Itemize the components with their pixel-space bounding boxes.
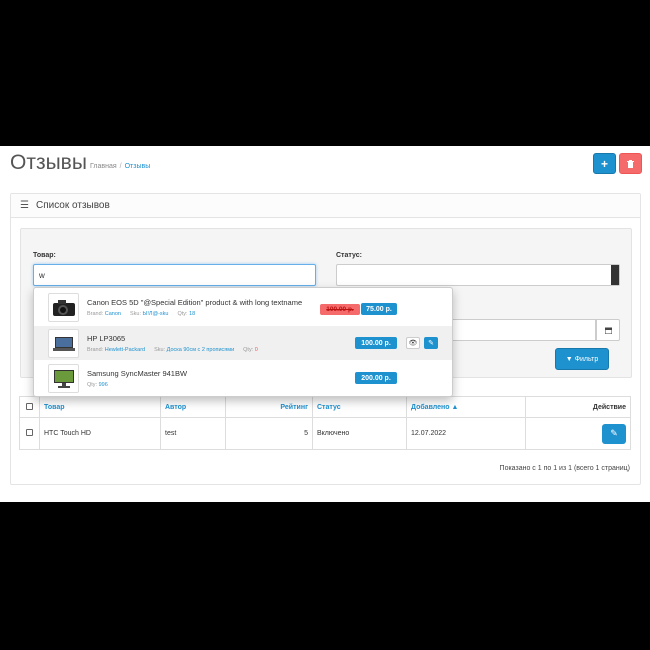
autocomplete-item[interactable]: HP LP3065 Brand: Hewlett-Packard Sku: Дос… bbox=[34, 326, 452, 360]
item-sku: Ы!Л@-sku bbox=[142, 311, 169, 317]
select-all-checkbox[interactable] bbox=[26, 402, 33, 410]
calendar-icon bbox=[604, 327, 612, 334]
item-price: 200.00 р. bbox=[355, 372, 397, 384]
item-meta: Brand: Hewlett-Packard Sku: Доска 90см с … bbox=[87, 347, 258, 353]
autocomplete-item[interactable]: Samsung SyncMaster 941BW Qty: 996 200.00… bbox=[34, 361, 452, 395]
trash-icon bbox=[627, 159, 634, 168]
col-product[interactable]: Товар bbox=[39, 396, 161, 418]
product-label: Товар: bbox=[33, 252, 56, 259]
brand-label: Brand: bbox=[87, 311, 104, 317]
reviews-table: Товар Автор Рейтинг Статус Добавлено ▲ Д… bbox=[19, 396, 631, 450]
row-status: Включено bbox=[312, 417, 407, 450]
eye-icon: 👁 bbox=[408, 340, 418, 347]
item-qty: 996 bbox=[98, 382, 108, 388]
product-thumbnail bbox=[48, 293, 79, 322]
laptop-icon bbox=[52, 336, 75, 351]
filter-button-label: Фильтр bbox=[574, 355, 599, 363]
select-arrow-icon bbox=[611, 265, 619, 285]
pagination-info: Показано с 1 по 1 из 1 (всего 1 страниц) bbox=[499, 465, 630, 472]
product-filter-input[interactable]: w bbox=[33, 264, 316, 286]
item-price: 75.00 р. bbox=[361, 303, 397, 315]
item-qty: 0 bbox=[254, 347, 258, 353]
view-button[interactable]: 👁 bbox=[406, 337, 420, 349]
panel-title: Список отзывов bbox=[35, 200, 110, 211]
item-brand: Hewlett-Packard bbox=[104, 347, 146, 353]
product-thumbnail bbox=[48, 364, 79, 393]
page-title: Отзывы bbox=[10, 151, 87, 174]
row-select-cell bbox=[19, 417, 40, 450]
camera-icon bbox=[52, 299, 75, 316]
plus-icon: + bbox=[600, 156, 608, 171]
qty-label: Qty: bbox=[177, 311, 188, 317]
row-date-added: 12.07.2022 bbox=[406, 417, 526, 450]
qty-label: Qty: bbox=[87, 382, 98, 388]
status-select[interactable] bbox=[336, 264, 620, 286]
breadcrumb: Главная / Отзывы bbox=[90, 163, 150, 170]
pencil-icon: ✎ bbox=[610, 428, 618, 438]
row-rating: 5 bbox=[225, 417, 313, 450]
list-icon: ☰ bbox=[20, 200, 29, 211]
col-status[interactable]: Статус bbox=[312, 396, 407, 418]
sku-label: Sku: bbox=[129, 311, 141, 317]
pencil-icon: ✎ bbox=[428, 340, 434, 347]
row-action-cell: ✎ bbox=[525, 417, 631, 450]
item-old-price: 100.00 р. bbox=[320, 304, 360, 315]
col-rating[interactable]: Рейтинг bbox=[225, 396, 313, 418]
item-name: Canon EOS 5D "@Special Edition" product … bbox=[87, 298, 303, 307]
qty-label: Qty: bbox=[243, 347, 254, 353]
brand-label: Brand: bbox=[87, 347, 104, 353]
col-date-added[interactable]: Добавлено ▲ bbox=[406, 396, 526, 418]
sort-asc-icon: ▲ bbox=[451, 403, 459, 411]
filter-button[interactable]: ▼ Фильтр bbox=[555, 348, 609, 370]
edit-item-button[interactable]: ✎ bbox=[424, 337, 438, 349]
edit-button[interactable]: ✎ bbox=[602, 423, 626, 444]
item-price: 100.00 р. bbox=[355, 337, 397, 349]
delete-button[interactable] bbox=[619, 153, 642, 174]
breadcrumb-separator: / bbox=[119, 163, 122, 170]
funnel-icon: ▼ bbox=[565, 355, 573, 363]
item-qty: 18 bbox=[189, 311, 196, 317]
item-meta: Brand: Canon Sku: Ы!Л@-sku Qty: 18 bbox=[87, 311, 195, 317]
breadcrumb-current[interactable]: Отзывы bbox=[125, 163, 151, 170]
product-thumbnail bbox=[48, 329, 79, 358]
item-sku: Доска 90см с 2 прописями bbox=[166, 347, 235, 353]
row-product: HTC Touch HD bbox=[39, 417, 161, 450]
breadcrumb-home[interactable]: Главная bbox=[90, 163, 117, 170]
select-all-cell bbox=[19, 396, 40, 418]
item-name: HP LP3065 bbox=[87, 334, 126, 343]
table-row: HTC Touch HD test 5 Включено 12.07.2022 … bbox=[19, 417, 631, 450]
autocomplete-dropdown: Canon EOS 5D "@Special Edition" product … bbox=[33, 287, 453, 397]
autocomplete-item[interactable]: Canon EOS 5D "@Special Edition" product … bbox=[34, 290, 452, 324]
add-button[interactable]: + bbox=[593, 153, 616, 174]
monitor-icon bbox=[53, 369, 74, 388]
col-action: Действие bbox=[525, 396, 631, 418]
item-name: Samsung SyncMaster 941BW bbox=[87, 369, 188, 378]
col-date-added-label: Добавлено bbox=[411, 403, 450, 411]
calendar-button[interactable] bbox=[596, 319, 620, 341]
row-checkbox[interactable] bbox=[26, 429, 33, 436]
row-author: test bbox=[160, 417, 226, 450]
status-label: Статус: bbox=[336, 252, 362, 259]
panel-heading: ☰ Список отзывов bbox=[11, 194, 640, 218]
item-brand: Canon bbox=[104, 311, 121, 317]
col-author[interactable]: Автор bbox=[160, 396, 226, 418]
table-header-row: Товар Автор Рейтинг Статус Добавлено ▲ Д… bbox=[19, 396, 631, 418]
item-meta: Qty: 996 bbox=[87, 382, 108, 388]
sku-label: Sku: bbox=[154, 347, 166, 353]
